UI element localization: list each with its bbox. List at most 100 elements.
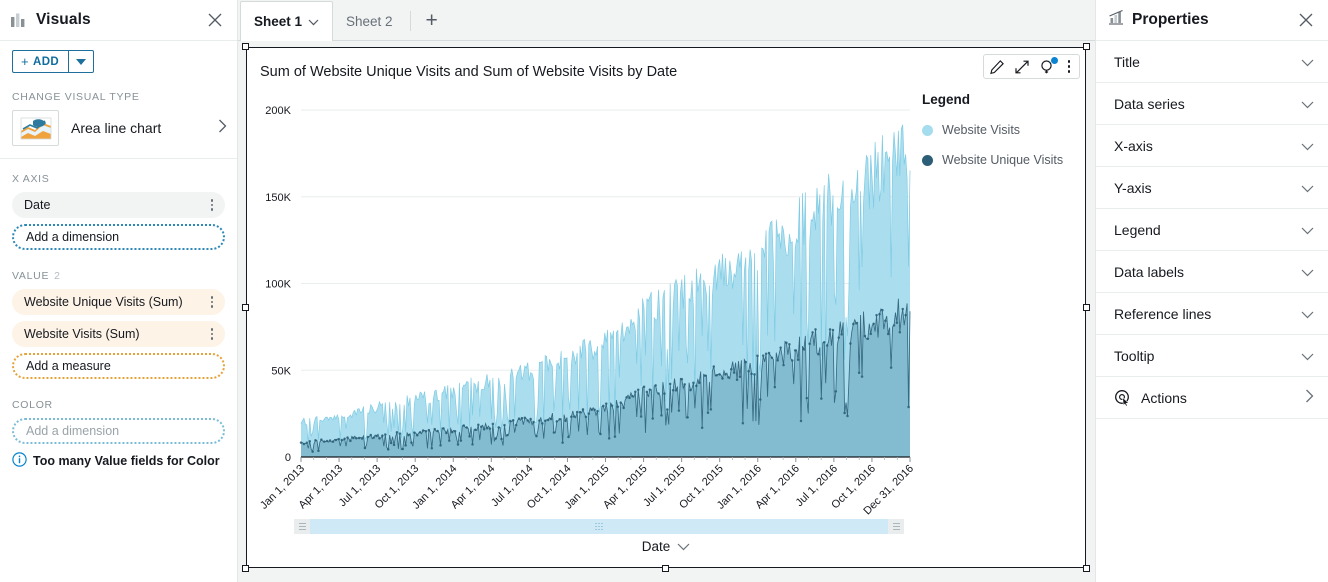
properties-row-label: Actions [1141, 389, 1187, 406]
sheet-tab-bar: Sheet 1 Sheet 2 + [238, 0, 1095, 41]
kebab-menu-icon[interactable] [205, 199, 219, 211]
chevron-down-icon[interactable] [1301, 306, 1314, 322]
legend-title: Legend [922, 92, 971, 107]
svg-text:50K: 50K [271, 365, 291, 377]
resize-handle-bottom-right[interactable] [1083, 565, 1090, 572]
properties-row-label: Y-axis [1114, 179, 1152, 196]
properties-row-actions[interactable]: Actions [1096, 377, 1328, 419]
bar-chart-icon [11, 13, 28, 27]
svg-text:200K: 200K [265, 105, 291, 117]
color-warning-text: Too many Value fields for Color [33, 454, 220, 468]
properties-row-data-series[interactable]: Data series [1096, 83, 1328, 125]
chevron-right-icon[interactable] [1305, 389, 1314, 406]
scrollbar-thumb[interactable] [310, 519, 888, 534]
field-pill-website-unique-visits[interactable]: Website Unique Visits (Sum) [12, 289, 225, 315]
x-axis-field-label: Date [641, 539, 671, 554]
chevron-down-icon[interactable] [677, 539, 690, 554]
add-dimension-dropzone-color[interactable]: Add a dimension [12, 418, 225, 444]
add-measure-placeholder: Add a measure [26, 359, 111, 373]
close-icon[interactable] [205, 10, 225, 30]
field-pill-label: Website Visits (Sum) [24, 327, 140, 341]
kebab-menu-icon[interactable] [205, 296, 219, 308]
color-section-label: COLOR [12, 399, 53, 411]
resize-handle-middle-left[interactable] [242, 303, 249, 311]
field-pill-website-visits[interactable]: Website Visits (Sum) [12, 321, 225, 347]
chevron-down-icon[interactable] [1301, 264, 1314, 280]
properties-row-y-axis[interactable]: Y-axis [1096, 167, 1328, 209]
resize-handle-top-right[interactable] [1083, 43, 1090, 50]
properties-panel: Properties Title Data series X-axis Y-ax… [1095, 0, 1328, 582]
chevron-down-icon[interactable] [1301, 180, 1314, 196]
legend-item-website-visits[interactable]: Website Visits [922, 123, 1063, 137]
tab-sheet-2[interactable]: Sheet 2 [333, 1, 406, 41]
properties-row-legend[interactable]: Legend [1096, 209, 1328, 251]
x-axis-field-control[interactable]: Date [246, 539, 1086, 554]
visual-type-name: Area line chart [71, 120, 162, 136]
chevron-down-icon[interactable] [1301, 96, 1314, 112]
kebab-menu-icon[interactable] [1064, 59, 1074, 74]
resize-handle-top-left[interactable] [242, 43, 249, 50]
value-label-text: VALUE [12, 270, 50, 282]
properties-row-x-axis[interactable]: X-axis [1096, 125, 1328, 167]
add-visual-button[interactable]: + ADD [12, 50, 69, 73]
area-line-chart-icon [12, 110, 59, 146]
add-visual-dropdown-button[interactable] [68, 50, 95, 73]
change-visual-type-label: CHANGE VISUAL TYPE [12, 91, 140, 103]
chevron-down-icon[interactable] [1301, 138, 1314, 154]
visual-container[interactable]: Sum of Website Unique Visits and Sum of … [242, 43, 1090, 572]
value-field-count: 2 [54, 270, 60, 282]
insight-bulb-icon[interactable] [1039, 56, 1058, 75]
legend-label: Website Visits [942, 123, 1021, 137]
chevron-right-icon [218, 119, 227, 138]
field-pill-label: Website Unique Visits (Sum) [24, 295, 183, 309]
add-visual-button-group: + ADD [12, 50, 95, 73]
x-axis-section-label: X AXIS [12, 173, 50, 185]
tab-label: Sheet 1 [254, 14, 303, 29]
add-visual-row: + ADD [0, 41, 237, 83]
actions-target-icon [1114, 389, 1131, 406]
add-measure-dropzone[interactable]: Add a measure [12, 353, 225, 379]
properties-row-label: X-axis [1114, 137, 1153, 154]
chevron-down-icon [76, 58, 87, 65]
chevron-down-icon[interactable] [308, 14, 319, 29]
chevron-down-icon[interactable] [1301, 54, 1314, 70]
add-dimension-placeholder: Add a dimension [26, 424, 120, 438]
resize-handle-middle-right[interactable] [1083, 303, 1090, 311]
chart-horizontal-scrollbar[interactable] [294, 519, 904, 534]
visuals-panel: Visuals + ADD CHANGE VISUAL TYPE Area li… [0, 0, 238, 582]
scrollbar-left-handle[interactable] [294, 519, 310, 534]
visual-type-selector[interactable]: Area line chart [0, 110, 237, 146]
chevron-down-icon[interactable] [1301, 348, 1314, 364]
field-pill-date[interactable]: Date [12, 192, 225, 218]
close-icon[interactable] [1296, 10, 1316, 30]
properties-row-reference-lines[interactable]: Reference lines [1096, 293, 1328, 335]
chart-legend: Legend Website Visits Website Unique Vis… [922, 92, 1063, 183]
properties-row-title[interactable]: Title [1096, 41, 1328, 83]
maximize-icon[interactable] [1014, 59, 1030, 75]
scrollbar-right-handle[interactable] [888, 519, 904, 534]
legend-swatch [922, 124, 933, 136]
properties-row-data-labels[interactable]: Data labels [1096, 251, 1328, 293]
add-sheet-button[interactable]: + [415, 1, 449, 41]
tab-sheet-1[interactable]: Sheet 1 [240, 1, 334, 41]
kebab-menu-icon[interactable] [205, 328, 219, 340]
resize-handle-bottom-center[interactable] [662, 565, 669, 572]
chart-properties-icon [1108, 9, 1124, 30]
legend-label: Website Unique Visits [942, 153, 1064, 167]
color-field-block: COLOR Add a dimension Too many Value fie… [0, 385, 237, 470]
add-dimension-dropzone-xaxis[interactable]: Add a dimension [12, 224, 225, 250]
change-visual-type-block: CHANGE VISUAL TYPE Area line chart [0, 83, 237, 159]
legend-item-website-unique-visits[interactable]: Website Unique Visits [922, 153, 1063, 167]
legend-swatch [922, 154, 933, 166]
properties-row-label: Data series [1114, 95, 1185, 112]
chevron-down-icon[interactable] [1301, 222, 1314, 238]
properties-row-label: Data labels [1114, 263, 1185, 280]
resize-handle-bottom-left[interactable] [242, 565, 249, 572]
info-icon [12, 452, 27, 470]
add-visual-label: ADD [33, 55, 60, 68]
visual-toolbar [983, 54, 1080, 79]
properties-row-tooltip[interactable]: Tooltip [1096, 335, 1328, 377]
field-pill-label: Date [24, 198, 51, 212]
add-dimension-placeholder: Add a dimension [26, 230, 120, 244]
edit-pencil-icon[interactable] [989, 59, 1005, 75]
